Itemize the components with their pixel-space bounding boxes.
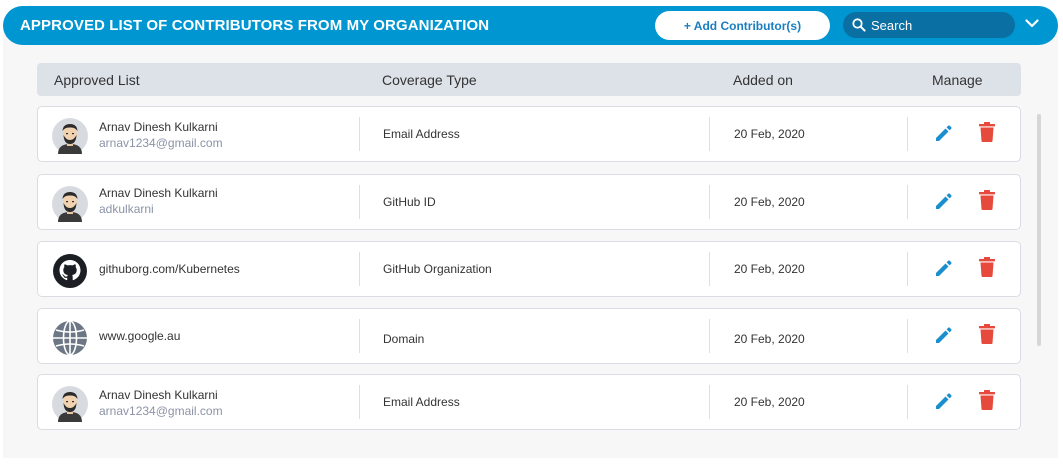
pencil-icon[interactable]	[934, 124, 952, 142]
pencil-icon[interactable]	[934, 392, 952, 410]
table-row: www.google.au Domain 20 Feb, 2020	[37, 308, 1021, 364]
row-coverage-type: Email Address	[383, 127, 460, 141]
column-coverage-type: Coverage Type	[382, 72, 477, 88]
person-avatar	[52, 186, 88, 222]
chevron-down-icon[interactable]	[1025, 19, 1039, 28]
row-coverage-type: GitHub ID	[383, 195, 436, 209]
row-added-on: 20 Feb, 2020	[734, 332, 805, 346]
row-coverage-type: Domain	[383, 332, 425, 346]
pencil-icon[interactable]	[934, 326, 952, 344]
row-name: www.google.au	[99, 329, 181, 343]
row-identifier: adkulkarni	[99, 202, 154, 216]
row-name: Arnav Dinesh Kulkarni	[99, 186, 218, 200]
github-icon	[53, 254, 87, 288]
row-name: githuborg.com/Kubernetes	[99, 262, 240, 276]
person-avatar	[52, 386, 88, 422]
globe-icon	[53, 320, 87, 356]
row-divider	[359, 252, 360, 286]
row-coverage-type: Email Address	[383, 395, 460, 409]
row-divider	[359, 117, 360, 151]
row-divider	[359, 185, 360, 219]
row-divider	[359, 385, 360, 419]
approved-contributors-panel: APPROVED LIST OF CONTRIBUTORS FROM MY OR…	[3, 6, 1058, 458]
row-divider	[907, 319, 908, 353]
table-row: githuborg.com/Kubernetes GitHub Organiza…	[37, 241, 1021, 297]
scrollbar[interactable]	[1037, 114, 1041, 346]
row-added-on: 20 Feb, 2020	[734, 395, 805, 409]
row-divider	[907, 385, 908, 419]
trash-icon[interactable]	[978, 324, 996, 344]
row-divider	[907, 185, 908, 219]
pencil-icon[interactable]	[934, 259, 952, 277]
row-divider	[709, 385, 710, 419]
person-avatar	[52, 118, 88, 154]
row-divider	[907, 252, 908, 286]
row-identifier: arnav1234@gmail.com	[99, 136, 223, 150]
trash-icon[interactable]	[978, 190, 996, 210]
table-row: Arnav Dinesh Kulkarni adkulkarni GitHub …	[37, 174, 1021, 230]
trash-icon[interactable]	[978, 122, 996, 142]
row-name: Arnav Dinesh Kulkarni	[99, 120, 218, 134]
row-coverage-type: GitHub Organization	[383, 262, 492, 276]
row-divider	[359, 319, 360, 353]
row-added-on: 20 Feb, 2020	[734, 195, 805, 209]
row-added-on: 20 Feb, 2020	[734, 127, 805, 141]
row-divider	[709, 185, 710, 219]
table-header: Approved List Coverage Type Added on Man…	[37, 63, 1021, 96]
page-title: APPROVED LIST OF CONTRIBUTORS FROM MY OR…	[20, 17, 490, 34]
trash-icon[interactable]	[978, 390, 996, 410]
panel-header: APPROVED LIST OF CONTRIBUTORS FROM MY OR…	[3, 6, 1058, 45]
search-icon	[852, 18, 866, 32]
column-manage: Manage	[932, 72, 983, 88]
trash-icon[interactable]	[978, 257, 996, 277]
row-name: Arnav Dinesh Kulkarni	[99, 388, 218, 402]
add-contributor-button[interactable]: + Add Contributor(s)	[655, 11, 830, 40]
search-input[interactable]	[871, 15, 1007, 35]
row-divider	[709, 252, 710, 286]
row-divider	[709, 117, 710, 151]
column-added-on: Added on	[733, 72, 793, 88]
row-added-on: 20 Feb, 2020	[734, 262, 805, 276]
column-approved-list: Approved List	[54, 72, 140, 88]
row-divider	[907, 117, 908, 151]
search-box[interactable]	[843, 12, 1015, 38]
table-row: Arnav Dinesh Kulkarni arnav1234@gmail.co…	[37, 106, 1021, 162]
table-row: Arnav Dinesh Kulkarni arnav1234@gmail.co…	[37, 374, 1021, 430]
row-divider	[709, 319, 710, 353]
pencil-icon[interactable]	[934, 192, 952, 210]
row-identifier: arnav1234@gmail.com	[99, 404, 223, 418]
